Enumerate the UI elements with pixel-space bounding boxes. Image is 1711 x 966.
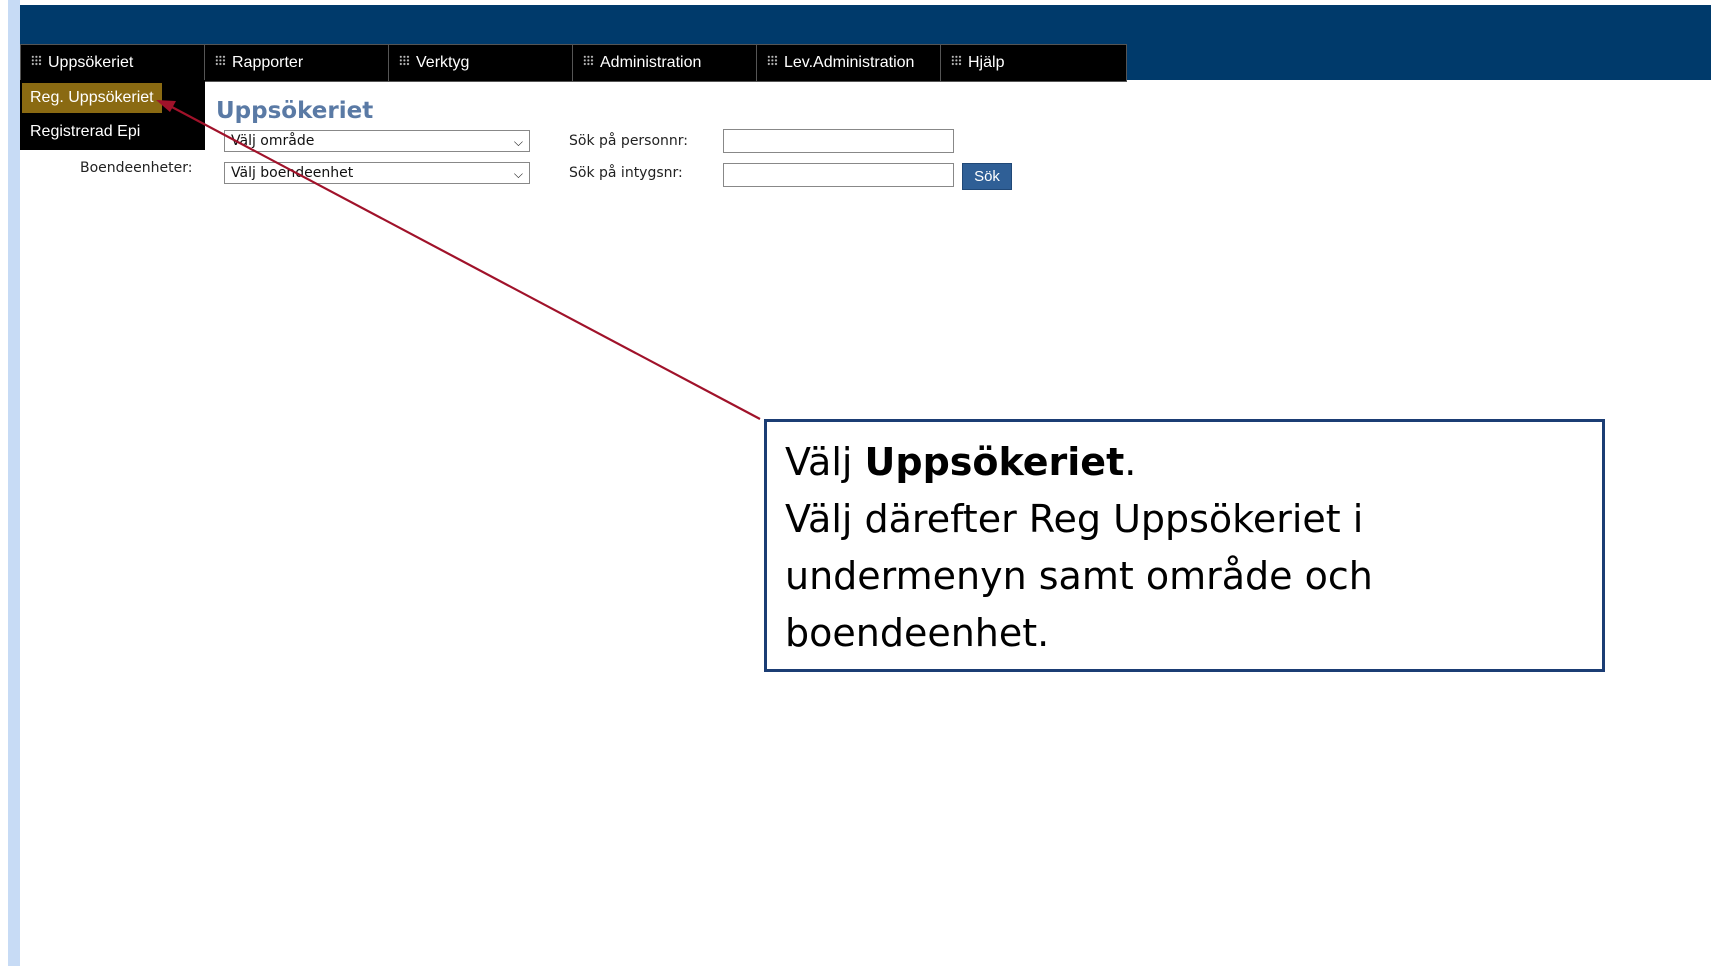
callout-line1-bold: Uppsökeriet <box>864 440 1125 484</box>
arrow-line <box>169 105 761 420</box>
callout-line-4: boendeenhet. <box>785 611 1050 655</box>
callout-line-1: Välj Uppsökeriet. <box>785 434 1584 491</box>
instruction-callout: Välj Uppsökeriet. Välj därefter Reg Upps… <box>764 419 1605 672</box>
callout-line1-suffix: . <box>1124 440 1137 484</box>
callout-line-3: undermenyn samt område och <box>785 554 1373 598</box>
callout-line1-prefix: Välj <box>785 440 865 484</box>
callout-line-2: Välj därefter Reg Uppsökeriet i <box>785 497 1364 541</box>
arrow-head <box>156 100 176 112</box>
